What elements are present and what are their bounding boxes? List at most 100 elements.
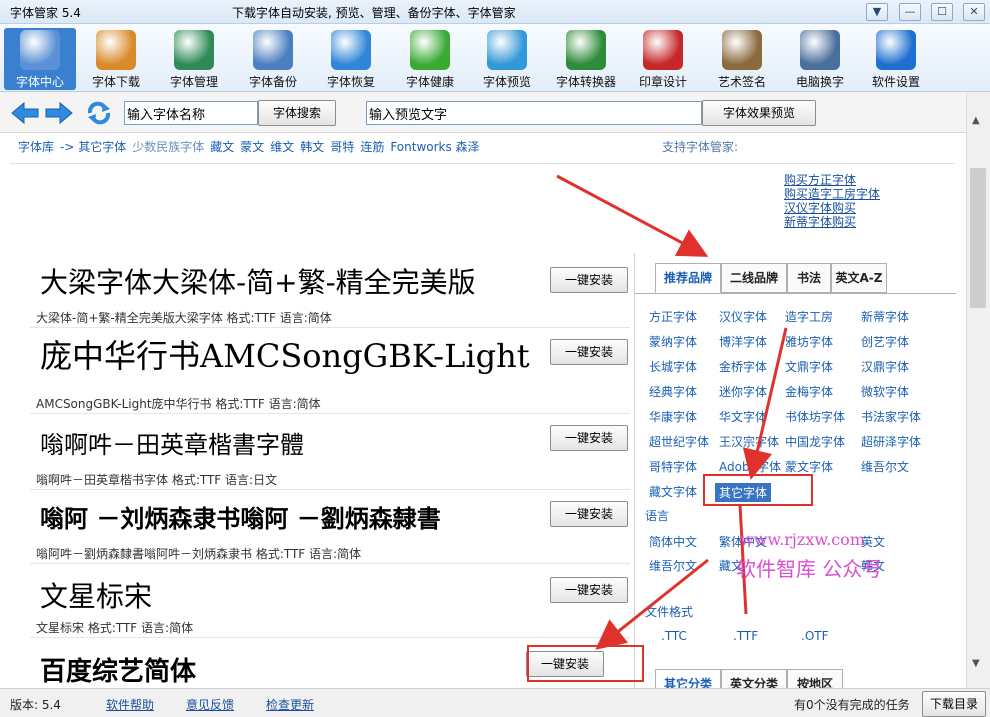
brand-link[interactable]: 经典字体	[649, 383, 697, 400]
breadcrumb-item[interactable]: 哥特	[330, 140, 354, 154]
breadcrumb-item[interactable]: Fontworks 森泽	[390, 140, 479, 154]
brand-link[interactable]: 金梅字体	[785, 383, 833, 400]
brand-link[interactable]: 维吾尔文	[861, 458, 909, 475]
buy-link[interactable]: 购买造字工房字体	[784, 187, 880, 201]
breadcrumb-item[interactable]: 藏文	[210, 140, 234, 154]
brand-link[interactable]: 创艺字体	[861, 333, 909, 350]
brand-link[interactable]: 汉鼎字体	[861, 358, 909, 375]
font-sample: 文星标宋	[40, 580, 153, 613]
brand-link[interactable]: 长城字体	[649, 358, 697, 375]
brand-link[interactable]: 华文字体	[719, 408, 767, 425]
brand-link[interactable]: 超世纪字体	[649, 433, 709, 450]
toolbar-home[interactable]: 字体中心	[4, 28, 76, 90]
breadcrumb-item[interactable]: 连筋	[360, 140, 384, 154]
bottom-tab[interactable]: 英文分类	[721, 669, 787, 688]
tab-brand-2[interactable]: 书法	[787, 263, 831, 293]
preview-effect-button[interactable]: 字体效果预览	[702, 100, 816, 126]
help-link[interactable]: 软件帮助	[106, 696, 154, 713]
toolbar-restore[interactable]: 字体恢复	[315, 28, 387, 90]
brand-link[interactable]: 蒙纳字体	[649, 333, 697, 350]
toolbar-magnifier[interactable]: 字体预览	[471, 28, 543, 90]
brand-link[interactable]: Adobe字体	[719, 458, 781, 475]
install-button[interactable]: 一键安装	[550, 501, 628, 527]
refresh-icon[interactable]	[84, 101, 114, 125]
brand-link[interactable]: 造字工房	[785, 308, 833, 325]
install-button[interactable]: 一键安装	[550, 577, 628, 603]
toolbar-download-box[interactable]: 字体下载	[80, 28, 152, 90]
format-link[interactable]: .TTF	[733, 629, 758, 643]
brand-link[interactable]: 微软字体	[861, 383, 909, 400]
install-button[interactable]: 一键安装	[550, 339, 628, 365]
toolbar-seal[interactable]: 印章设计	[627, 28, 699, 90]
toolbar-signature[interactable]: 艺术签名	[706, 28, 778, 90]
tab-brand-3[interactable]: 英文A-Z	[831, 263, 887, 293]
language-link[interactable]: 韩文	[861, 557, 885, 574]
brand-link[interactable]: 博洋字体	[719, 333, 767, 350]
brand-link[interactable]: 书法家字体	[861, 408, 921, 425]
skin-menu-button[interactable]: ▼	[866, 3, 888, 21]
brand-link[interactable]: 文鼎字体	[785, 358, 833, 375]
vertical-scrollbar[interactable]: ▲ ▼	[966, 93, 990, 688]
minimize-button[interactable]: —	[899, 3, 921, 21]
scroll-up-icon[interactable]: ▲	[972, 115, 980, 126]
bottom-tab[interactable]: 按地区	[787, 669, 843, 688]
check-update-link[interactable]: 检查更新	[266, 696, 314, 713]
brand-link[interactable]: 藏文字体	[649, 483, 697, 500]
font-name-input[interactable]	[124, 101, 258, 125]
format-link[interactable]: .TTC	[661, 629, 687, 643]
download-dir-button[interactable]: 下载目录	[922, 691, 986, 717]
brand-link[interactable]: 汉仪字体	[719, 308, 767, 325]
brand-link[interactable]: 中国龙字体	[785, 433, 845, 450]
breadcrumb-item[interactable]: 蒙文	[240, 140, 264, 154]
breadcrumb-item[interactable]: -> 其它字体	[60, 140, 126, 154]
brand-link[interactable]: 雅坊字体	[785, 333, 833, 350]
bottom-tab[interactable]: 其它分类	[655, 669, 721, 688]
install-button[interactable]: 一键安装	[550, 425, 628, 451]
buy-link[interactable]: 购买方正字体	[784, 173, 880, 187]
toolbar-converter[interactable]: 字体转换器	[550, 28, 622, 90]
breadcrumb-item[interactable]: 字体库	[18, 140, 54, 154]
language-link[interactable]: 繁体中文	[719, 533, 767, 550]
toolbar-monitor[interactable]: 电脑换字	[784, 28, 856, 90]
install-button[interactable]: 一键安装	[526, 651, 604, 677]
toolbar-font-manage[interactable]: 字体管理	[158, 28, 230, 90]
breadcrumb-item[interactable]: 少数民族字体	[132, 140, 204, 154]
install-button[interactable]: 一键安装	[550, 267, 628, 293]
buy-link[interactable]: 汉仪字体购买	[784, 201, 880, 215]
brand-link[interactable]: 王汉宗字体	[719, 433, 779, 450]
language-link[interactable]: 简体中文	[649, 533, 697, 550]
language-link[interactable]: 英文	[861, 533, 885, 550]
tab-underline	[635, 293, 956, 294]
toolbar-document[interactable]: 字体备份	[237, 28, 309, 90]
brand-link[interactable]: 超研泽字体	[861, 433, 921, 450]
buy-link[interactable]: 新蒂字体购买	[784, 215, 880, 229]
feedback-link[interactable]: 意见反馈	[186, 696, 234, 713]
toolbar-gear[interactable]: 软件设置	[860, 28, 932, 90]
brand-selected[interactable]: 其它字体	[715, 483, 772, 502]
breadcrumb-item[interactable]: 维文	[270, 140, 294, 154]
scroll-down-icon[interactable]: ▼	[972, 658, 980, 669]
language-link[interactable]: 藏文	[719, 557, 743, 574]
support-label: 支持字体管家:	[662, 140, 739, 154]
format-link[interactable]: .OTF	[801, 629, 829, 643]
language-link[interactable]: 维吾尔文	[649, 557, 697, 574]
close-button[interactable]: ✕	[963, 3, 985, 21]
back-arrow-icon[interactable]	[10, 101, 40, 125]
forward-arrow-icon[interactable]	[44, 101, 74, 125]
brand-link[interactable]: 迷你字体	[719, 383, 767, 400]
maximize-button[interactable]: ☐	[931, 3, 953, 21]
tab-brand-0[interactable]: 推荐品牌	[655, 263, 721, 293]
preview-text-input[interactable]	[366, 101, 702, 125]
brand-link[interactable]: 蒙文字体	[785, 458, 833, 475]
tab-brand-1[interactable]: 二线品牌	[721, 263, 787, 293]
brand-link[interactable]: 新蒂字体	[861, 308, 909, 325]
breadcrumb-item[interactable]: 韩文	[300, 140, 324, 154]
toolbar-medical-kit[interactable]: 字体健康	[394, 28, 466, 90]
font-search-button[interactable]: 字体搜索	[258, 100, 336, 126]
brand-link[interactable]: 华康字体	[649, 408, 697, 425]
brand-link[interactable]: 哥特字体	[649, 458, 697, 475]
scroll-thumb[interactable]	[970, 168, 986, 308]
brand-link[interactable]: 书体坊字体	[785, 408, 845, 425]
brand-link[interactable]: 方正字体	[649, 308, 697, 325]
brand-link[interactable]: 金桥字体	[719, 358, 767, 375]
